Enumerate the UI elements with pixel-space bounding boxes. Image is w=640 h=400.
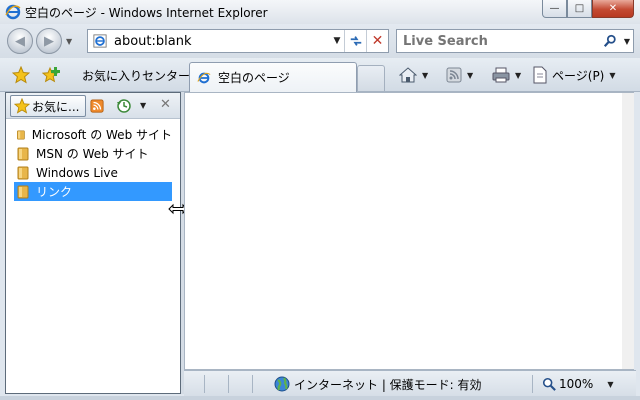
home-button[interactable]: ▼	[399, 65, 428, 85]
ie-logo-icon	[5, 4, 21, 20]
forward-button[interactable]: ▶	[36, 28, 62, 54]
feeds-button[interactable]: ▼	[446, 65, 473, 85]
stop-icon: ✕	[371, 33, 384, 49]
page-icon	[92, 33, 108, 49]
status-divider	[228, 375, 229, 393]
feeds-dropdown-icon[interactable]: ▼	[467, 71, 473, 80]
forward-arrow-icon: ▶	[44, 33, 54, 49]
favorites-item-label: MSN の Web サイト	[36, 147, 149, 161]
favorites-star-icon	[14, 98, 30, 114]
tab-page-icon	[196, 70, 212, 86]
history-dropdown-icon[interactable]: ▼	[140, 101, 146, 110]
back-arrow-icon: ◀	[15, 33, 25, 49]
search-input[interactable]	[403, 33, 599, 49]
internet-globe-icon	[274, 376, 290, 392]
new-tab-button[interactable]	[357, 65, 385, 91]
window-title: 空白のページ - Windows Internet Explorer	[25, 5, 268, 20]
maximize-button[interactable]: □	[567, 0, 592, 18]
status-divider	[204, 375, 205, 393]
favorites-pane: お気に... ▼ ✕ Microsoft の Web サイト MSN の Web…	[5, 92, 181, 394]
search-box: ▼	[396, 29, 634, 53]
page-menu-dropdown-icon[interactable]: ▼	[609, 71, 615, 80]
zoom-dropdown-icon[interactable]: ▼	[607, 380, 613, 389]
favorites-center-star-icon[interactable]	[11, 65, 31, 84]
search-icon	[603, 34, 616, 47]
status-divider	[532, 375, 533, 393]
favorites-tab-button[interactable]: お気に...	[10, 95, 86, 117]
address-dropdown-icon[interactable]: ▼	[330, 36, 344, 46]
page-content-area[interactable]	[184, 92, 634, 370]
stop-button[interactable]: ✕	[366, 30, 388, 52]
favorites-item-label: Windows Live	[36, 165, 118, 180]
title-bar: 空白のページ - Windows Internet Explorer — □ ✕	[0, 0, 640, 24]
favorites-folder-links[interactable]: リンク	[14, 182, 172, 201]
favorites-folder-microsoft[interactable]: Microsoft の Web サイト	[14, 125, 172, 144]
refresh-button[interactable]	[344, 30, 366, 52]
address-input[interactable]	[114, 33, 330, 49]
folder-icon	[17, 185, 29, 198]
tab-blank-page[interactable]: 空白のページ	[189, 62, 357, 92]
page-menu-label: ページ(P)	[552, 68, 605, 83]
folder-icon	[17, 129, 25, 140]
favorites-item-label: リンク	[36, 185, 73, 199]
printer-icon	[492, 67, 510, 83]
zoom-level: 100%	[559, 377, 594, 391]
home-dropdown-icon[interactable]: ▼	[422, 71, 428, 80]
home-icon	[399, 67, 417, 83]
close-pane-icon[interactable]: ✕	[160, 97, 171, 112]
favorites-pane-header: お気に... ▼ ✕	[6, 93, 180, 119]
zoom-control[interactable]: 100% ▼	[542, 376, 613, 392]
security-zone-label: インターネット | 保護モード: 有効	[294, 377, 482, 392]
navigation-bar: ◀ ▶ ▼ ▼ ✕ ▼	[0, 24, 640, 58]
favorites-folder-msn[interactable]: MSN の Web サイト	[14, 144, 172, 163]
tab-label: 空白のページ	[218, 71, 290, 85]
add-to-favorites-icon[interactable]	[41, 66, 60, 84]
command-bar: お気に入りセンター 空白のページ ▼ ▼ ▼ ページ(P) ▼	[0, 58, 640, 92]
page-menu-button[interactable]: ページ(P) ▼	[532, 65, 616, 85]
rss-feed-icon	[446, 67, 462, 83]
feeds-tab-icon[interactable]	[90, 99, 104, 113]
favorites-center-label[interactable]: お気に入りセンター	[82, 67, 190, 84]
search-options-dropdown-icon[interactable]: ▼	[621, 37, 633, 46]
search-button[interactable]	[599, 34, 621, 48]
recent-pages-dropdown-icon[interactable]: ▼	[66, 37, 72, 46]
favorites-folder-windows-live[interactable]: Windows Live	[14, 163, 172, 182]
history-tab-icon[interactable]	[116, 98, 132, 114]
window-bottom-frame	[0, 396, 640, 400]
refresh-icon	[350, 36, 361, 46]
minimize-button[interactable]: —	[542, 0, 567, 18]
favorites-item-label: Microsoft の Web サイト	[31, 128, 172, 142]
favorites-tab-label: お気に...	[32, 99, 80, 114]
favorites-list: Microsoft の Web サイト MSN の Web サイト Window…	[14, 125, 172, 201]
page-icon	[533, 66, 547, 84]
folder-icon	[17, 166, 29, 179]
zoom-magnifier-icon	[542, 377, 556, 391]
close-button[interactable]: ✕	[592, 0, 634, 18]
print-button[interactable]: ▼	[492, 65, 521, 85]
status-divider	[252, 375, 253, 393]
folder-icon	[17, 147, 29, 160]
print-dropdown-icon[interactable]: ▼	[515, 71, 521, 80]
address-bar: ▼ ✕	[87, 29, 389, 53]
vertical-scrollbar[interactable]	[622, 93, 634, 369]
status-bar: インターネット | 保護モード: 有効 100% ▼	[184, 370, 636, 396]
security-zone[interactable]: インターネット | 保護モード: 有効	[274, 376, 482, 392]
back-button[interactable]: ◀	[7, 28, 33, 54]
